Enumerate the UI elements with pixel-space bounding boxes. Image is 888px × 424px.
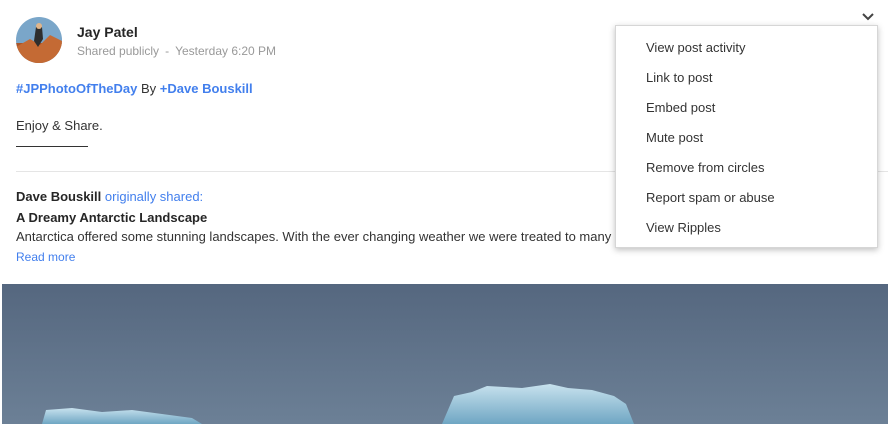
post-photo[interactable] xyxy=(2,284,888,424)
avatar-image xyxy=(16,17,62,63)
mention-link[interactable]: +Dave Bouskill xyxy=(160,81,253,96)
chevron-down-icon xyxy=(862,13,874,21)
visibility-text[interactable]: Shared publicly xyxy=(77,44,159,58)
menu-item-remove-from-circles[interactable]: Remove from circles xyxy=(646,160,764,175)
avatar[interactable] xyxy=(16,17,62,63)
menu-item-link-to-post[interactable]: Link to post xyxy=(646,70,713,85)
shared-description: Antarctica offered some stunning landsca… xyxy=(16,229,623,244)
author-name[interactable]: Jay Patel xyxy=(77,24,138,40)
menu-item-report-spam[interactable]: Report spam or abuse xyxy=(646,190,775,205)
read-more-link[interactable]: Read more xyxy=(16,250,75,264)
menu-item-view-ripples[interactable]: View Ripples xyxy=(646,220,721,235)
post-meta: Shared publicly - Yesterday 6:20 PM xyxy=(77,44,276,58)
originally-shared-link[interactable]: originally shared: xyxy=(105,189,203,204)
post-tagline: #JPPhotoOfTheDay By +Dave Bouskill xyxy=(16,81,253,96)
post-menu-toggle[interactable] xyxy=(860,10,876,24)
meta-separator: - xyxy=(165,44,170,58)
menu-item-embed-post[interactable]: Embed post xyxy=(646,100,715,115)
post-body: Enjoy & Share. xyxy=(16,118,103,133)
body-divider xyxy=(16,146,88,147)
by-text: By xyxy=(140,81,157,96)
post-card: Jay Patel Shared publicly - Yesterday 6:20… xyxy=(0,0,888,424)
antarctic-landscape-image xyxy=(2,284,888,424)
post-options-menu: View post activity Link to post Embed po… xyxy=(615,25,878,248)
sharer-name[interactable]: Dave Bouskill xyxy=(16,189,101,204)
timestamp[interactable]: Yesterday 6:20 PM xyxy=(175,44,276,58)
hashtag-link[interactable]: #JPPhotoOfTheDay xyxy=(16,81,137,96)
menu-item-view-post-activity[interactable]: View post activity xyxy=(646,40,745,55)
reshare-header: Dave Bouskill originally shared: xyxy=(16,189,203,204)
menu-item-mute-post[interactable]: Mute post xyxy=(646,130,703,145)
shared-title: A Dreamy Antarctic Landscape xyxy=(16,210,208,225)
